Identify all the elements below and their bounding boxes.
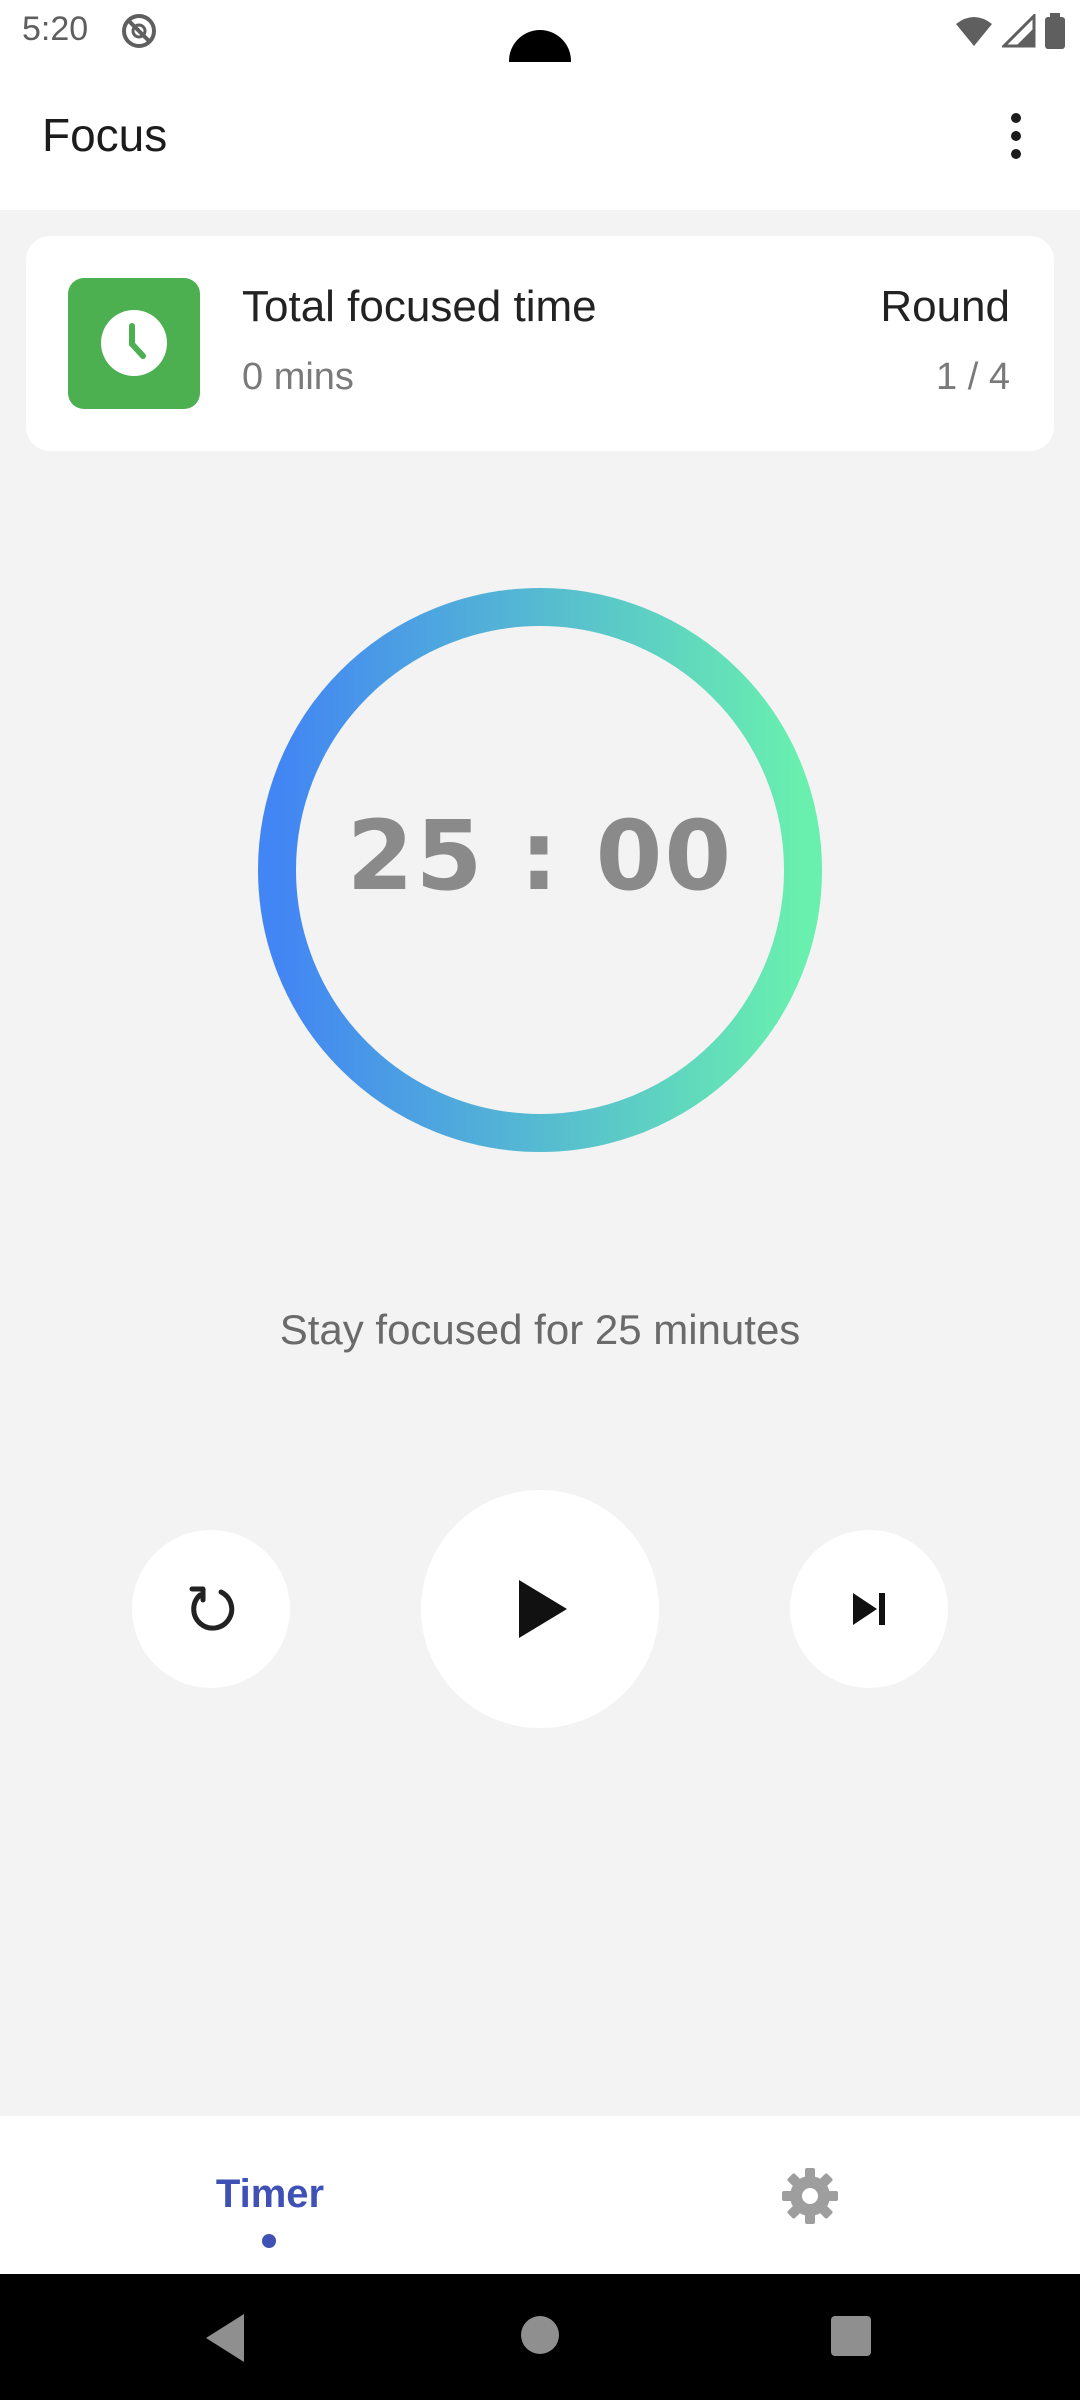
- home-icon[interactable]: [521, 2316, 559, 2354]
- dnd-icon: [120, 12, 158, 50]
- total-focused-label: Total focused time: [242, 282, 597, 331]
- wifi-icon: [956, 17, 992, 46]
- timer-hint: Stay focused for 25 minutes: [279, 1306, 801, 1353]
- nav-item-timer[interactable]: Timer: [170, 2172, 370, 2217]
- reset-icon: [189, 1586, 235, 1631]
- nav-active-indicator: [262, 2234, 276, 2248]
- more-vert-icon[interactable]: [990, 108, 1042, 164]
- reset-button[interactable]: [132, 1530, 290, 1688]
- status-time: 5:20: [22, 10, 89, 48]
- clock-icon: [68, 278, 200, 409]
- menu-dot: [1011, 113, 1021, 123]
- skip-button[interactable]: [790, 1530, 948, 1688]
- recents-icon[interactable]: [831, 2316, 871, 2356]
- round-value: 1 / 4: [936, 356, 1010, 398]
- menu-dot: [1011, 131, 1021, 141]
- bottom-nav: [0, 2116, 1080, 2274]
- status-icons: [954, 12, 1066, 50]
- total-focused-value: 0 mins: [242, 356, 354, 398]
- menu-dot: [1011, 149, 1021, 159]
- page-title: Focus: [42, 109, 168, 161]
- battery-icon: [1045, 13, 1065, 49]
- play-button[interactable]: [421, 1490, 659, 1728]
- skip-next-icon: [853, 1593, 885, 1625]
- settings-icon[interactable]: [780, 2166, 840, 2226]
- signal-icon: [1002, 14, 1036, 48]
- timer-display: 25 : 00: [346, 800, 734, 912]
- round-label: Round: [880, 282, 1010, 331]
- back-icon[interactable]: [200, 2310, 250, 2366]
- play-icon: [519, 1580, 567, 1638]
